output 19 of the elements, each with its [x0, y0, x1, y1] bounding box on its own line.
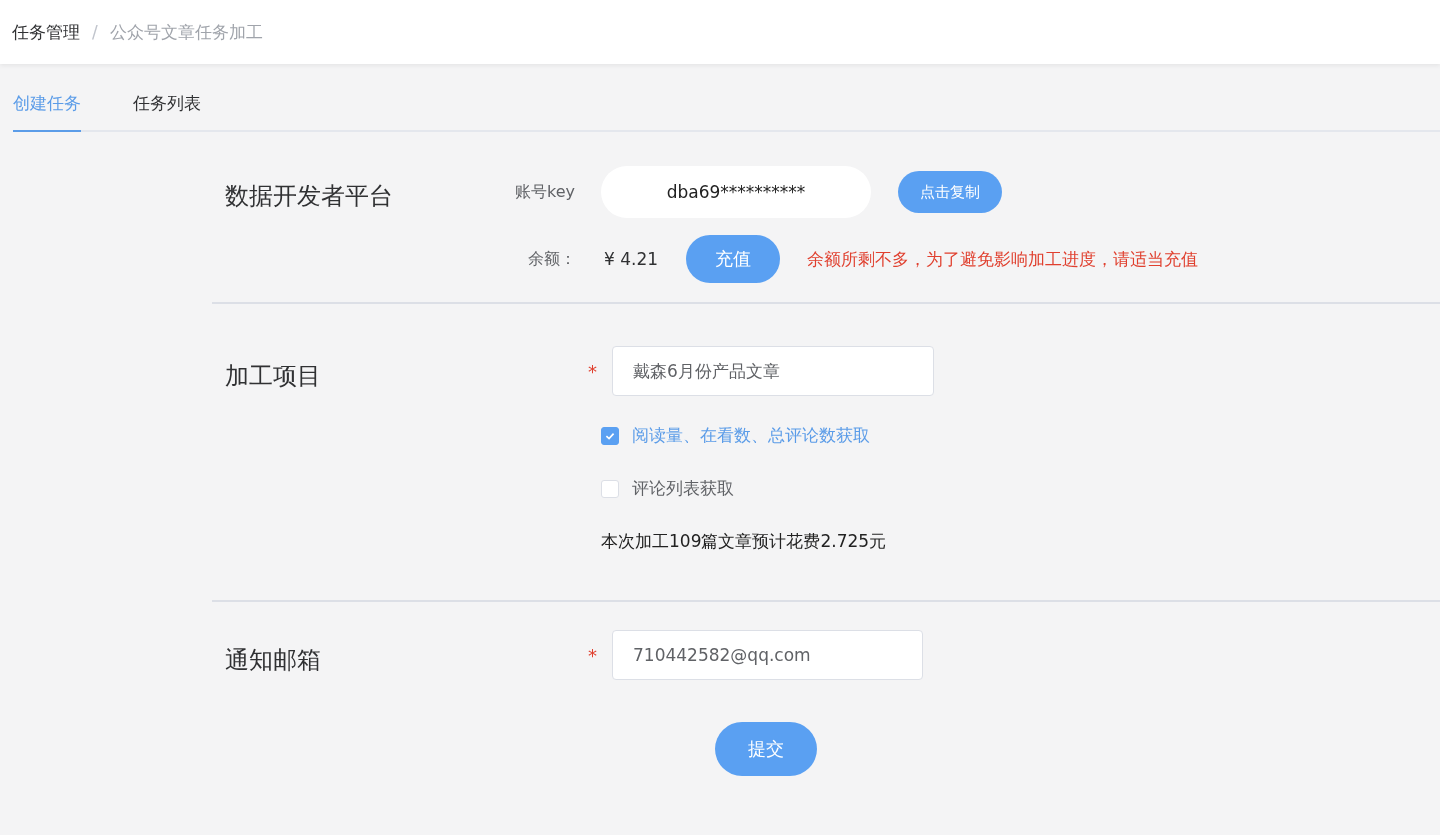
balance-label: 余额：	[528, 248, 576, 270]
breadcrumb-item: 公众号文章任务加工	[109, 20, 263, 44]
required-mark: *	[588, 360, 598, 382]
key-field: dba69**********	[601, 166, 871, 218]
checkbox[interactable]	[601, 426, 619, 445]
section-title: 数据开发者平台	[225, 181, 394, 212]
breadcrumb-item[interactable]: 任务管理	[12, 20, 80, 44]
checkbox-option[interactable]: 评论列表获取	[601, 477, 934, 500]
field-label: 账号key	[515, 181, 576, 203]
balance-amount: ¥ 4.21	[604, 249, 659, 269]
cost-estimate: 本次加工109篇文章预计花费2.725元	[601, 530, 888, 553]
project-name-input[interactable]: 戴森6月份产品文章	[612, 346, 934, 396]
email-input[interactable]: 710442582@qq.com	[612, 630, 923, 680]
tab[interactable]: 任务列表	[133, 64, 201, 132]
section-title: 通知邮箱	[225, 645, 322, 676]
breadcrumb-separator: /	[92, 22, 98, 42]
warning-text: 余额所剩不多，为了避免影响加工进度，请适当充值	[807, 247, 1199, 271]
required-mark: *	[588, 644, 598, 666]
section-title: 加工项目	[225, 361, 322, 392]
